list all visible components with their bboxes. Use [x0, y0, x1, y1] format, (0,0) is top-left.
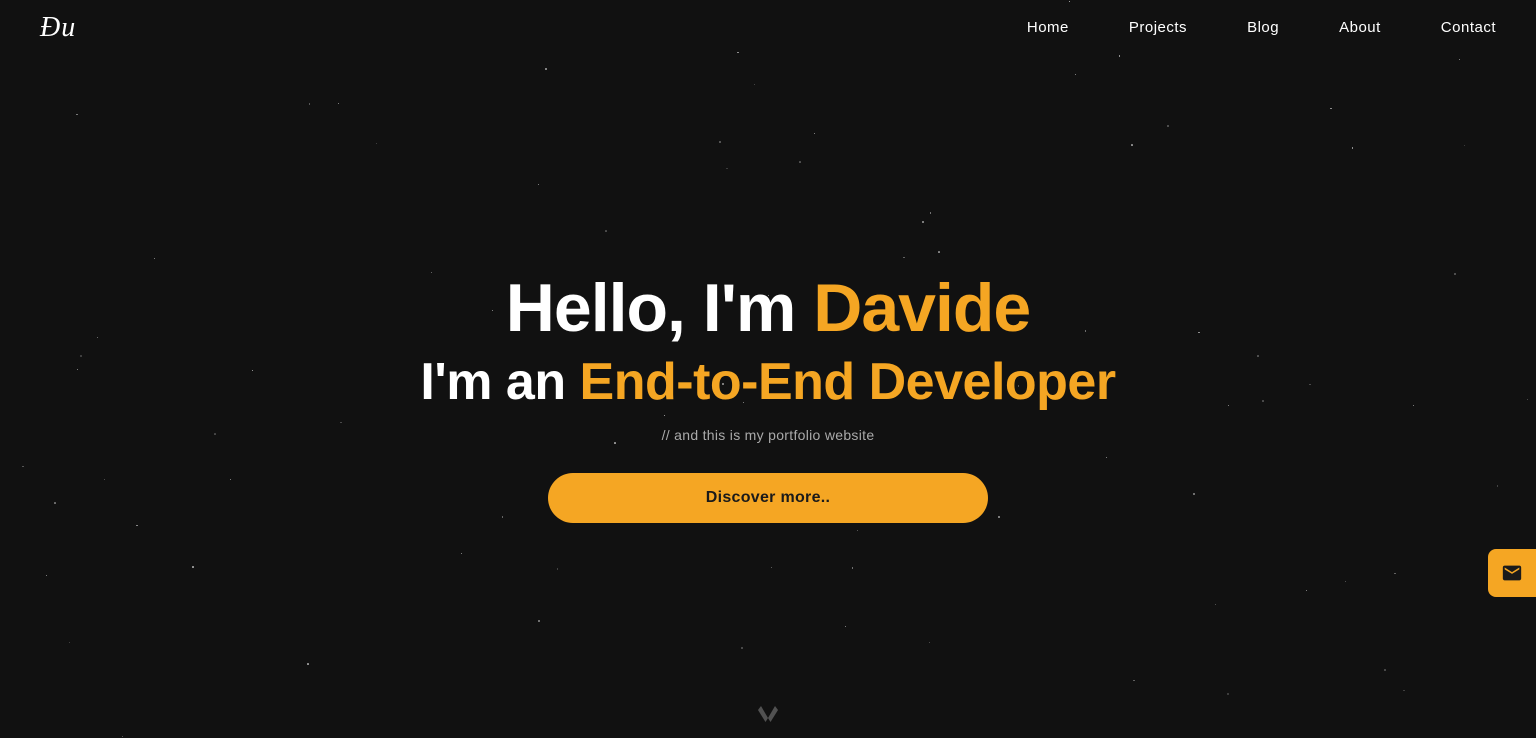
nav-link-blog[interactable]: Blog — [1247, 19, 1279, 36]
nav-item-projects[interactable]: Projects — [1129, 19, 1187, 37]
email-icon — [1501, 562, 1523, 584]
nav-item-home[interactable]: Home — [1027, 19, 1069, 37]
hero-name: Davide — [813, 270, 1030, 346]
nav-link-about[interactable]: About — [1339, 19, 1381, 36]
nav-link-projects[interactable]: Projects — [1129, 19, 1187, 36]
nav-link-home[interactable]: Home — [1027, 19, 1069, 36]
nav-item-contact[interactable]: Contact — [1441, 19, 1496, 37]
subtitle-highlight: End-to-End Developer — [580, 353, 1116, 411]
email-fab-button[interactable] — [1488, 549, 1536, 597]
subtitle-prefix: I'm an — [420, 353, 579, 411]
hero-section: Hello, I'm Davide I'm an End-to-End Deve… — [0, 56, 1536, 738]
hero-subtitle: I'm an End-to-End Developer — [420, 354, 1115, 411]
nav-links-list: Home Projects Blog About Contact — [1027, 19, 1496, 37]
hero-greeting: Hello, I'm Davide — [506, 271, 1030, 346]
nav-item-blog[interactable]: Blog — [1247, 19, 1279, 37]
nav-item-about[interactable]: About — [1339, 19, 1381, 37]
greeting-prefix: Hello, I'm — [506, 270, 813, 346]
hero-tagline: // and this is my portfolio website — [662, 427, 875, 443]
bottom-scroll-indicator — [754, 704, 782, 729]
nuxt-logo-icon — [754, 704, 782, 724]
nav-link-contact[interactable]: Contact — [1441, 19, 1496, 36]
discover-button[interactable]: Discover more.. — [548, 473, 988, 523]
main-navigation: Ðu Home Projects Blog About Contact — [0, 0, 1536, 56]
site-logo[interactable]: Ðu — [40, 12, 76, 44]
